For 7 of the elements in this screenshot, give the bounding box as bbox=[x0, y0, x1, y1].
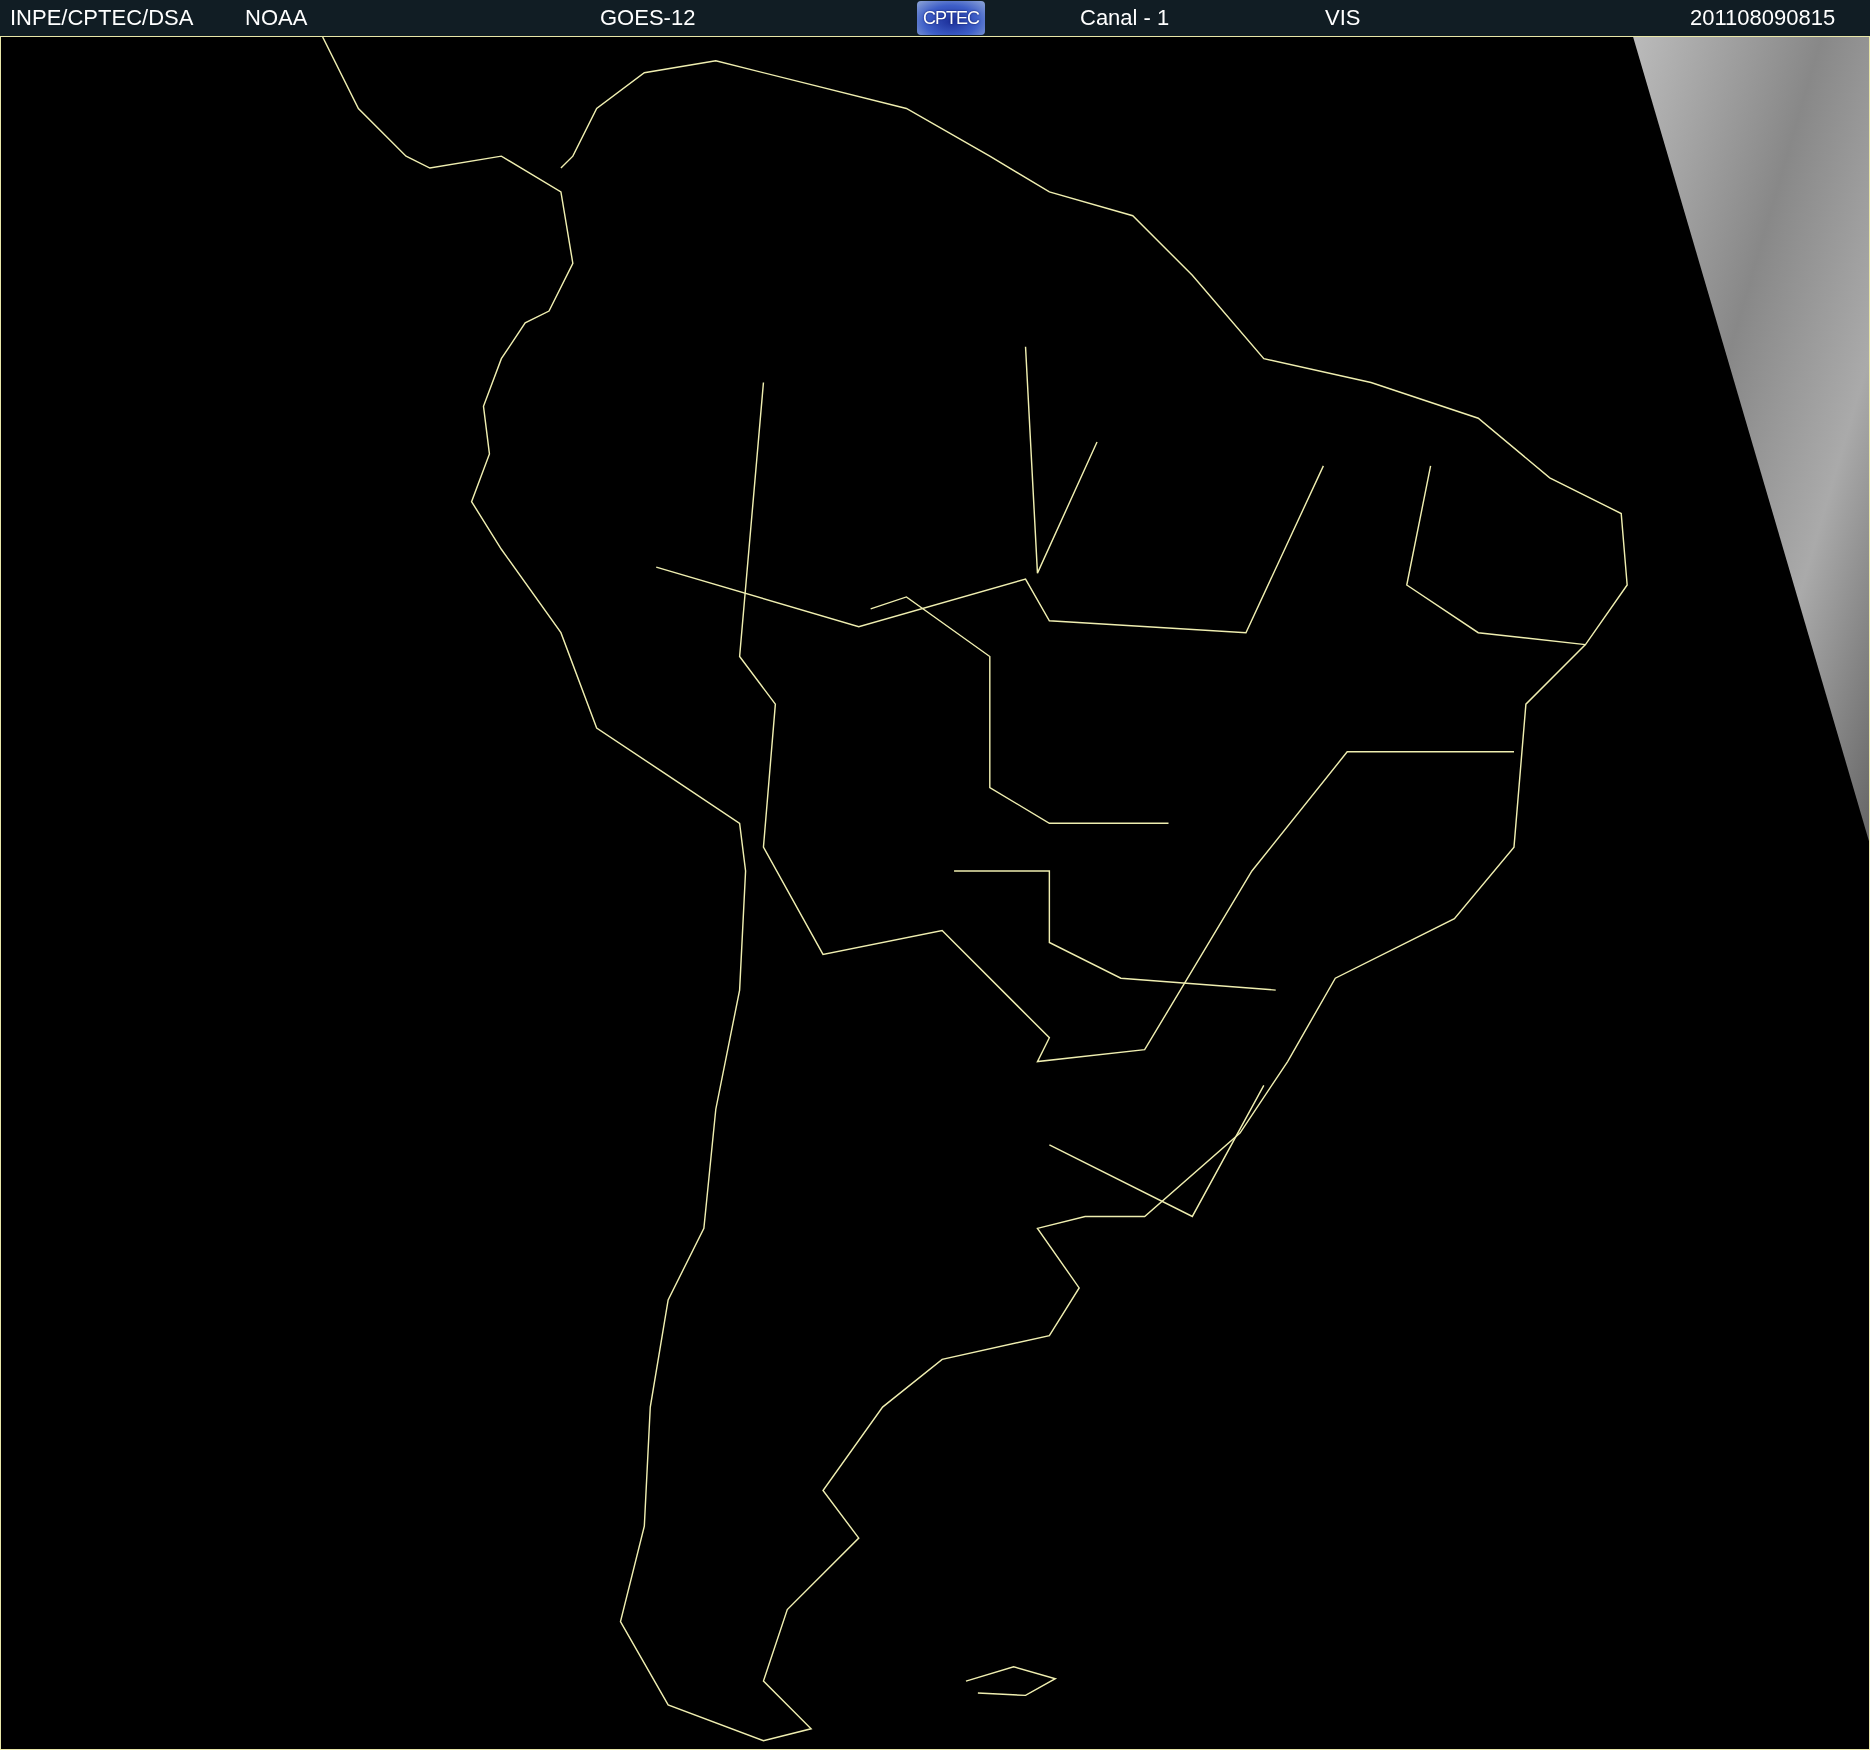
header-label: 201108090815 bbox=[1690, 5, 1836, 30]
header-label: GOES-12 bbox=[600, 5, 696, 30]
header-label: INPE/CPTEC/DSA bbox=[10, 5, 194, 30]
header-label: Canal - 1 bbox=[1080, 5, 1170, 30]
header-label: VIS bbox=[1325, 5, 1361, 30]
header-label: NOAA bbox=[245, 5, 308, 30]
logo: CPTEC bbox=[917, 1, 985, 35]
